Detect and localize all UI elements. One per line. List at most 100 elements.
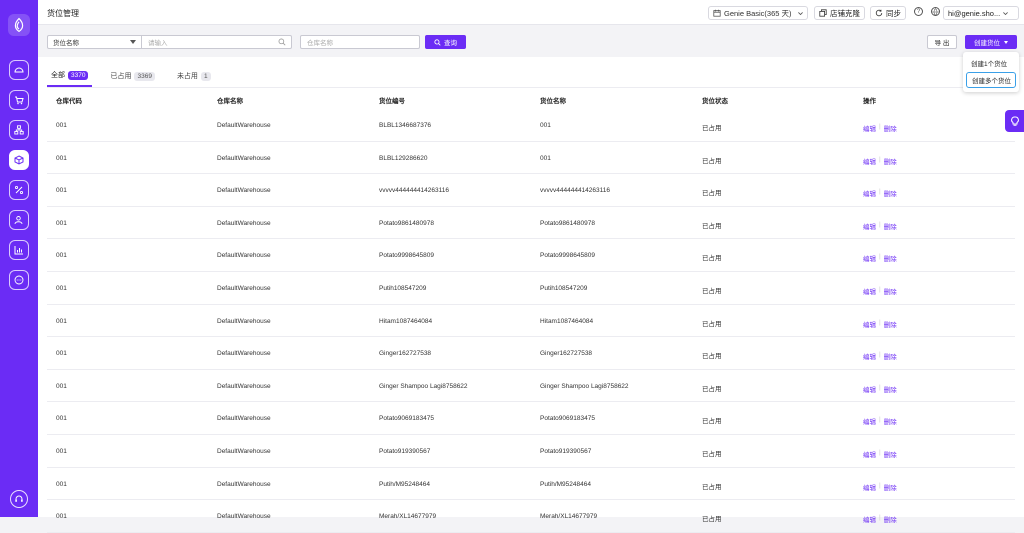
keyword-placeholder: 请输入 — [148, 40, 168, 47]
edit-link[interactable]: 编辑 — [863, 384, 876, 394]
delete-link[interactable]: 删除 — [884, 416, 897, 426]
location-code-cell: Potato9998645809 — [379, 252, 434, 260]
genie-logo-icon[interactable] — [8, 14, 30, 36]
delete-link[interactable]: 删除 — [884, 188, 897, 198]
warehouse-name-cell: DefaultWarehouse — [217, 480, 271, 488]
delete-link[interactable]: 删除 — [884, 514, 897, 524]
users-icon[interactable] — [9, 210, 29, 230]
row-actions: 编辑 | 删除 — [863, 449, 897, 459]
create-location-button[interactable]: 创建货位 — [965, 35, 1017, 49]
location-name-cell: Potato9998645809 — [540, 252, 595, 260]
warehouse-input[interactable]: 仓库名称 — [300, 35, 420, 49]
location-status-cell: 已占用 — [702, 157, 722, 165]
create-dropdown-menu: 创建1个货位 创建多个货位 — [963, 52, 1019, 92]
cart-icon[interactable] — [9, 90, 29, 110]
export-button[interactable]: 导 出 — [927, 35, 957, 49]
row-actions: 编辑 | 删除 — [863, 188, 897, 198]
tab-all[interactable]: 全部 3370 — [47, 65, 93, 87]
warehouse-code-cell: 001 — [56, 187, 67, 195]
plan-selector[interactable]: Genie Basic(365 天) — [708, 6, 808, 20]
edit-link[interactable]: 编辑 — [863, 188, 876, 198]
edit-link[interactable]: 编辑 — [863, 449, 876, 459]
box-icon[interactable] — [9, 150, 29, 170]
table-row: 001 DefaultWarehouse Putih108547209 Putih10… — [47, 272, 1015, 305]
delete-link[interactable]: 删除 — [884, 221, 897, 231]
tab-label: 全部 — [51, 72, 65, 79]
edit-link[interactable]: 编辑 — [863, 416, 876, 426]
column-header: 仓库代码 — [56, 98, 82, 105]
dashboard-icon[interactable] — [9, 60, 29, 80]
action-separator: | — [879, 416, 881, 424]
edit-link[interactable]: 编辑 — [863, 482, 876, 492]
chat-icon[interactable] — [9, 270, 29, 290]
edit-link[interactable]: 编辑 — [863, 156, 876, 166]
search-icon — [434, 38, 441, 46]
location-name-cell: 001 — [540, 154, 551, 162]
account-menu[interactable]: hi@genie.sho... — [943, 6, 1019, 20]
edit-link[interactable]: 编辑 — [863, 286, 876, 296]
tab-unoccupied[interactable]: 未占用 1 — [173, 65, 215, 87]
create-multiple-locations-item[interactable]: 创建多个货位 — [966, 72, 1016, 88]
action-separator: | — [879, 351, 881, 359]
delete-link[interactable]: 删除 — [884, 253, 897, 263]
delete-link[interactable]: 删除 — [884, 351, 897, 361]
query-button[interactable]: 查询 — [425, 35, 466, 49]
column-header: 货位名称 — [540, 98, 566, 105]
sync-label: 同步 — [886, 8, 901, 18]
row-actions: 编辑 | 删除 — [863, 351, 897, 361]
delete-link[interactable]: 删除 — [884, 123, 897, 133]
delete-link[interactable]: 删除 — [884, 156, 897, 166]
bar-chart-icon[interactable] — [9, 240, 29, 260]
edit-link[interactable]: 编辑 — [863, 351, 876, 361]
row-actions: 编辑 | 删除 — [863, 416, 897, 426]
sync-button[interactable]: 同步 — [870, 6, 906, 20]
row-actions: 编辑 | 删除 — [863, 286, 897, 296]
create-single-location-item[interactable]: 创建1个货位 — [966, 55, 1016, 71]
headset-icon[interactable] — [10, 490, 28, 508]
globe-icon[interactable] — [931, 7, 940, 16]
edit-link[interactable]: 编辑 — [863, 221, 876, 231]
edit-link[interactable]: 编辑 — [863, 514, 876, 524]
delete-link[interactable]: 删除 — [884, 482, 897, 492]
calendar-icon — [713, 9, 721, 17]
location-code-cell: Potato9861480978 — [379, 219, 434, 227]
edit-link[interactable]: 编辑 — [863, 319, 876, 329]
org-chart-icon[interactable] — [9, 120, 29, 140]
location-status-cell: 已占用 — [702, 255, 722, 263]
warehouse-name-cell: DefaultWarehouse — [217, 122, 271, 129]
action-separator: | — [879, 285, 881, 293]
page-title: 货位管理 — [47, 9, 79, 18]
column-header: 货位编号 — [379, 98, 405, 105]
warehouse-code-cell: 001 — [56, 219, 67, 227]
edit-link[interactable]: 编辑 — [863, 123, 876, 133]
edit-link[interactable]: 编辑 — [863, 253, 876, 263]
action-separator: | — [879, 481, 881, 489]
delete-link[interactable]: 删除 — [884, 384, 897, 394]
store-clone-button[interactable]: 店铺克隆 — [814, 6, 865, 20]
export-label: 导 出 — [934, 40, 950, 47]
location-name-cell: Ginger162727538 — [540, 350, 593, 358]
tab-occupied[interactable]: 已占用 3369 — [106, 65, 158, 87]
action-separator: | — [879, 448, 881, 456]
location-code-cell: vvvvv444444414263116 — [379, 187, 449, 195]
delete-link[interactable]: 删除 — [884, 319, 897, 329]
help-icon[interactable]: ? — [914, 7, 923, 16]
location-name-cell: Potato9069183475 — [540, 415, 595, 423]
warehouse-name-cell: DefaultWarehouse — [217, 317, 271, 325]
top-bar: 货位管理 Genie Basic(365 天) 店铺克隆 同步 ? hi@gen… — [38, 0, 1024, 25]
warehouse-code-cell: 001 — [56, 252, 67, 260]
keyword-input[interactable]: 请输入 — [142, 35, 292, 49]
lightbulb-icon[interactable] — [1005, 110, 1024, 132]
delete-link[interactable]: 删除 — [884, 449, 897, 459]
search-icon[interactable] — [278, 38, 286, 46]
warehouse-code-cell: 001 — [56, 382, 67, 390]
location-status-cell: 已占用 — [702, 320, 722, 328]
delete-link[interactable]: 删除 — [884, 286, 897, 296]
plan-label: Genie Basic(365 天) — [724, 8, 792, 18]
field-select[interactable]: 货位名称 — [47, 35, 142, 49]
table-row: 001 DefaultWarehouse Potato9861480978 Potat… — [47, 207, 1015, 240]
percent-icon[interactable] — [9, 180, 29, 200]
warehouse-name-cell: DefaultWarehouse — [217, 382, 271, 390]
location-status-cell: 已占用 — [702, 222, 722, 230]
table-row: 001 DefaultWarehouse vvvvv444444414263116 v… — [47, 174, 1015, 207]
